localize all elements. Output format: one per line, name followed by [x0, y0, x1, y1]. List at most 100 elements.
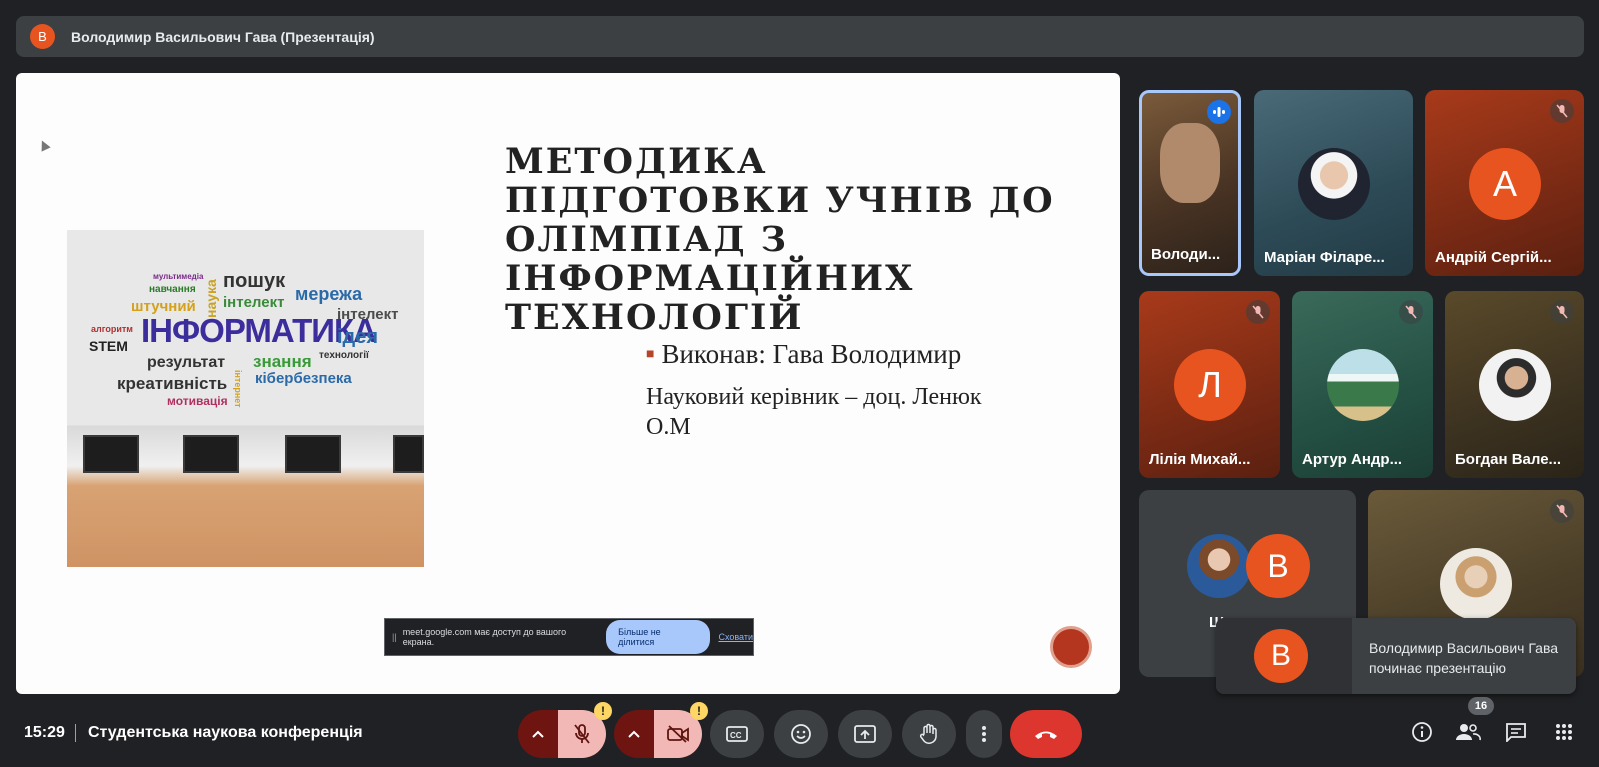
participant-avatar: А	[1469, 148, 1541, 220]
closed-captions-icon: CC	[726, 726, 748, 742]
participant-avatar: Л	[1174, 349, 1246, 421]
video-options-button[interactable]	[614, 710, 654, 758]
screen-share-notice: || meet.google.com має доступ до вашого …	[384, 618, 754, 656]
raise-hand-button[interactable]	[902, 710, 956, 758]
presenter-avatar: В	[30, 24, 55, 49]
university-logo-icon	[1050, 626, 1092, 668]
presenter-bar: В Володимир Васильович Гава (Презентація…	[16, 16, 1584, 57]
slide-performer-text: Виконав: Гава Володимир	[661, 339, 962, 369]
mic-off-icon	[1550, 99, 1574, 123]
people-button[interactable]	[1454, 718, 1482, 746]
participant-tile[interactable]: Артур Андр...	[1292, 291, 1433, 478]
slide-supervisor: Науковий керівник – доц. Ленюк О.М	[646, 384, 982, 440]
divider	[75, 724, 76, 742]
word-cloud-text: навчання	[149, 284, 196, 295]
call-controls-bar: 15:29 Студентська наукова конференція ! …	[0, 697, 1599, 767]
chevron-up-icon	[532, 730, 544, 738]
participant-name: Андрій Сергій...	[1435, 249, 1552, 266]
camera-toggle-button[interactable]: !	[654, 702, 708, 758]
word-cloud-text: ідея	[337, 326, 379, 348]
more-vert-icon	[982, 726, 986, 742]
word-cloud-text: результат	[147, 354, 226, 371]
hand-icon	[919, 723, 937, 744]
participant-tile[interactable]: Л Лілія Михай...	[1139, 291, 1280, 478]
participant-tile[interactable]: Богдан Вале...	[1445, 291, 1584, 478]
meeting-title: Студентська наукова конференція	[88, 724, 363, 741]
word-cloud-text: мотивація	[167, 394, 228, 408]
chevron-up-icon	[628, 730, 640, 738]
audio-options-button[interactable]	[518, 710, 558, 758]
mic-off-icon	[1550, 300, 1574, 324]
word-cloud-text: мережа	[295, 284, 363, 304]
hang-up-icon	[1035, 731, 1057, 739]
mouse-cursor-icon	[37, 138, 51, 152]
activities-button[interactable]	[1550, 718, 1578, 746]
participant-avatar-photo	[1298, 148, 1370, 220]
chat-icon	[1506, 723, 1526, 742]
word-cloud-text: інтелект	[223, 294, 285, 311]
apps-grid-icon	[1556, 724, 1572, 740]
participant-name: Богдан Вале...	[1455, 451, 1562, 468]
word-cloud-text: інтелект	[337, 306, 399, 323]
current-time: 15:29	[24, 724, 65, 741]
svg-text:CC: CC	[730, 731, 742, 740]
slide-performer: ■ Виконав: Гава Володимир	[646, 339, 961, 370]
mic-off-icon	[1399, 300, 1423, 324]
more-options-button[interactable]	[966, 710, 1002, 758]
info-icon	[1412, 722, 1432, 742]
reactions-button[interactable]	[774, 710, 828, 758]
participant-tile[interactable]: Володи...	[1139, 90, 1241, 276]
participant-avatar-photo	[1440, 548, 1512, 620]
word-cloud-text: алгоритм	[91, 324, 133, 334]
captions-button[interactable]: CC	[710, 710, 764, 758]
participant-name: Артур Андр...	[1302, 451, 1403, 468]
monitor-shape	[285, 435, 341, 473]
microphone-toggle-button[interactable]: !	[558, 702, 612, 758]
warning-badge: !	[690, 702, 708, 720]
monitor-shape	[393, 435, 424, 473]
word-cloud-text: знання	[253, 352, 312, 371]
present-to-all-icon	[854, 725, 876, 743]
mic-off-icon	[1550, 499, 1574, 523]
word-cloud-text: мультимедіа	[153, 272, 204, 281]
participant-name: Маріан Філаре...	[1264, 249, 1385, 266]
slide-image-classroom: мультимедіа навчання штучний наука пошук…	[67, 230, 424, 567]
stop-sharing-button[interactable]: Більше не ділитися	[606, 620, 711, 654]
slide-title: МЕТОДИКА ПІДГОТОВКИ УЧНІВ ДО ОЛІМПІАД З …	[505, 141, 1055, 338]
camera-off-icon	[667, 725, 689, 743]
word-cloud-text: кібербезпека	[255, 370, 352, 387]
hide-share-bar-link[interactable]: Сховати	[718, 632, 753, 642]
present-screen-button[interactable]	[838, 710, 892, 758]
participant-avatar-photo	[1327, 349, 1399, 421]
word-cloud-text: інтернет	[233, 370, 243, 408]
word-cloud-text: креативність	[117, 374, 228, 393]
warning-badge: !	[594, 702, 612, 720]
word-cloud-text: STEM	[89, 338, 128, 354]
participant-video	[1160, 123, 1220, 203]
participant-name: Володи...	[1151, 246, 1221, 263]
chat-button[interactable]	[1502, 718, 1530, 746]
share-notice-text: meet.google.com має доступ до вашого екр…	[402, 627, 567, 647]
word-cloud-text: технології	[319, 350, 369, 361]
presenter-title: Володимир Васильович Гава (Презентація)	[71, 28, 375, 45]
participant-avatar-photo	[1479, 349, 1551, 421]
participant-tile[interactable]: А Андрій Сергій...	[1425, 90, 1584, 276]
monitor-shape	[83, 435, 139, 473]
camera-control: !	[614, 702, 708, 758]
speaking-indicator-icon	[1207, 100, 1231, 124]
toast-avatar: В	[1254, 629, 1308, 683]
participant-avatar: В	[1246, 534, 1310, 598]
mic-off-icon	[574, 724, 590, 744]
people-icon	[1456, 724, 1481, 741]
leave-call-button[interactable]	[1010, 710, 1082, 758]
drag-handle-icon[interactable]: ||	[392, 632, 397, 642]
participant-tile[interactable]: Маріан Філаре...	[1254, 90, 1413, 276]
toast-message: Володимир Васильович Гава починає презен…	[1369, 640, 1559, 676]
bullet-icon: ■	[646, 347, 655, 362]
presentation-stage: мультимедіа навчання штучний наука пошук…	[16, 73, 1120, 694]
meeting-info-button[interactable]	[1408, 718, 1436, 746]
emoji-icon	[791, 724, 811, 744]
mic-off-icon	[1246, 300, 1270, 324]
monitor-shape	[183, 435, 239, 473]
microphone-control: !	[518, 702, 612, 758]
